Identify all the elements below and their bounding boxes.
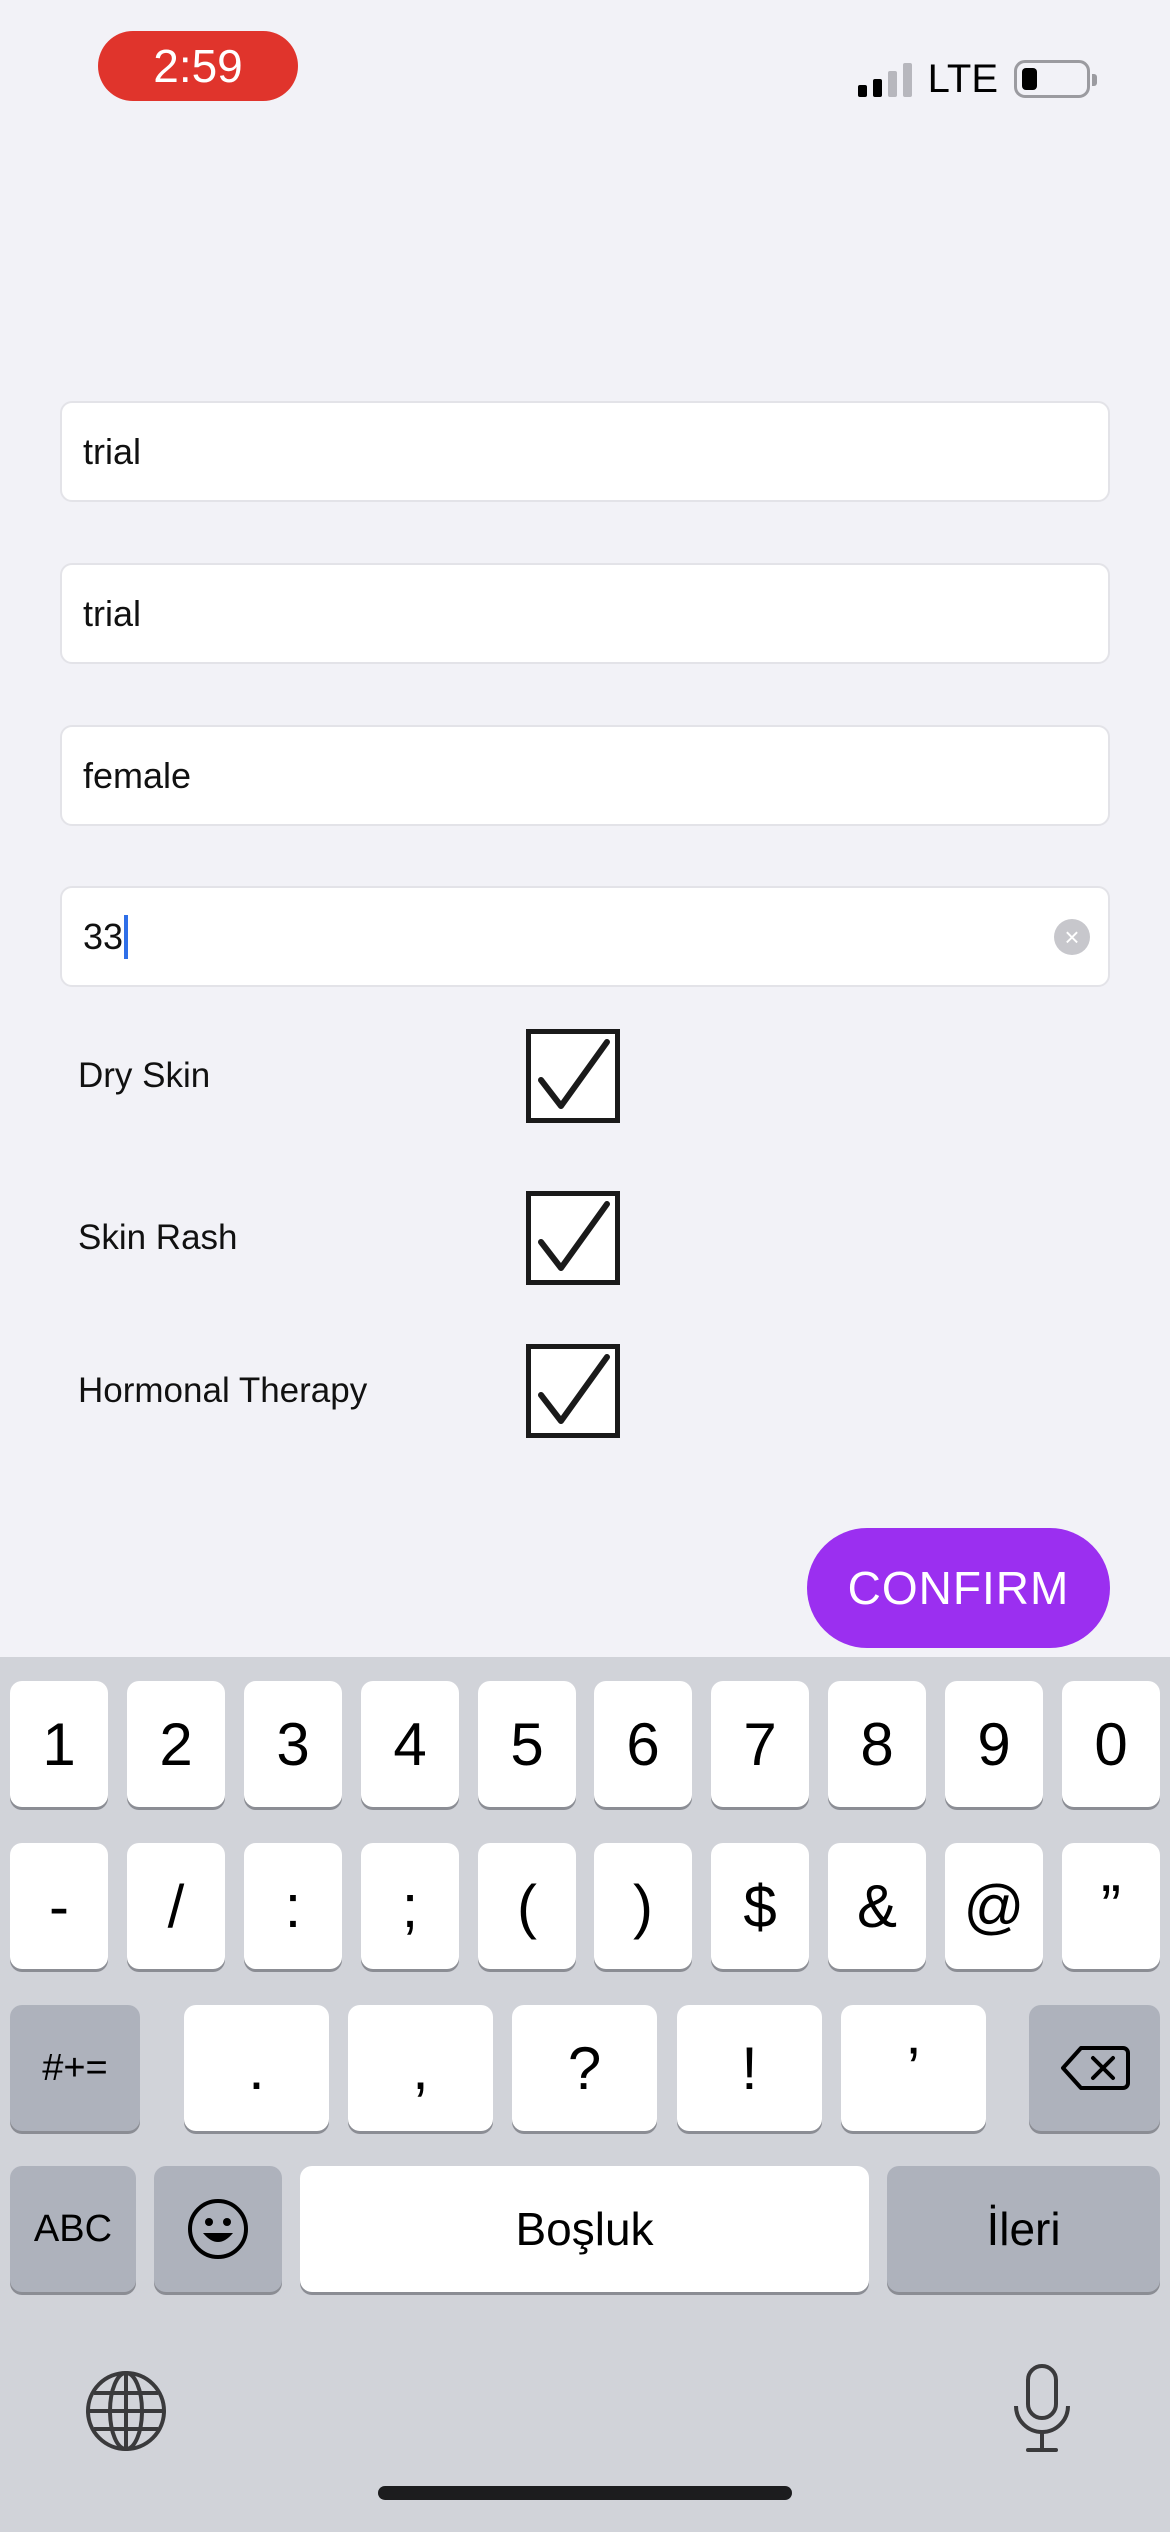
first-name-field[interactable]: trial	[60, 401, 1110, 502]
checkbox-label: Dry Skin	[78, 1056, 211, 1095]
field-value: trial	[83, 592, 142, 634]
key-4[interactable]: 4	[361, 1681, 459, 1807]
key-open-paren[interactable]: (	[478, 1843, 576, 1969]
gender-field[interactable]: female	[60, 725, 1110, 826]
checkmark-icon	[538, 1039, 610, 1109]
checkbox-row-dry-skin: Dry Skin	[78, 1029, 638, 1123]
hormonal-therapy-checkbox[interactable]	[526, 1344, 620, 1438]
checkmark-icon	[538, 1354, 610, 1424]
return-key[interactable]: İleri	[887, 2166, 1160, 2292]
dry-skin-checkbox[interactable]	[526, 1029, 620, 1123]
text-cursor	[124, 914, 129, 959]
emoji-icon	[188, 2199, 248, 2259]
battery-icon	[1014, 60, 1097, 98]
signal-icon	[857, 61, 912, 97]
key-1[interactable]: 1	[10, 1681, 108, 1807]
key-comma[interactable]: ,	[348, 2005, 493, 2131]
key-9[interactable]: 9	[945, 1681, 1043, 1807]
field-value: trial	[83, 430, 142, 472]
key-7[interactable]: 7	[711, 1681, 809, 1807]
skin-rash-checkbox[interactable]	[526, 1191, 620, 1285]
checkbox-row-hormonal-therapy: Hormonal Therapy	[78, 1344, 638, 1438]
status-time: 2:59	[98, 31, 298, 101]
last-name-field[interactable]: trial	[60, 563, 1110, 664]
key-6[interactable]: 6	[594, 1681, 692, 1807]
checkbox-row-skin-rash: Skin Rash	[78, 1191, 638, 1285]
key-dollar[interactable]: $	[711, 1843, 809, 1969]
key-slash[interactable]: /	[127, 1843, 225, 1969]
abc-key[interactable]: ABC	[10, 2166, 136, 2292]
key-ampersand[interactable]: &	[828, 1843, 926, 1969]
key-hyphen[interactable]: -	[10, 1843, 108, 1969]
backspace-icon	[1060, 2046, 1130, 2090]
checkbox-label: Skin Rash	[78, 1218, 238, 1257]
home-indicator[interactable]	[378, 2486, 792, 2500]
checkmark-icon	[538, 1201, 610, 1271]
key-apostrophe[interactable]: ’	[841, 2005, 986, 2131]
key-quote[interactable]: ”	[1062, 1843, 1160, 1969]
key-period[interactable]: .	[184, 2005, 329, 2131]
key-0[interactable]: 0	[1062, 1681, 1160, 1807]
microphone-icon[interactable]	[1010, 2362, 1074, 2456]
key-close-paren[interactable]: )	[594, 1843, 692, 1969]
key-exclamation[interactable]: !	[677, 2005, 822, 2131]
age-field[interactable]: 33 ×	[60, 886, 1110, 987]
key-5[interactable]: 5	[478, 1681, 576, 1807]
symbols-toggle-key[interactable]: #+=	[10, 2005, 140, 2131]
key-2[interactable]: 2	[127, 1681, 225, 1807]
key-semicolon[interactable]: ;	[361, 1843, 459, 1969]
key-at[interactable]: @	[945, 1843, 1043, 1969]
globe-icon[interactable]	[84, 2369, 168, 2453]
backspace-key[interactable]	[1029, 2005, 1160, 2131]
key-8[interactable]: 8	[828, 1681, 926, 1807]
key-3[interactable]: 3	[244, 1681, 342, 1807]
key-question[interactable]: ?	[512, 2005, 657, 2131]
key-colon[interactable]: :	[244, 1843, 342, 1969]
emoji-key[interactable]	[154, 2166, 282, 2292]
field-value: female	[83, 754, 192, 796]
status-indicators: LTE	[857, 52, 1097, 106]
network-type: LTE	[927, 56, 998, 101]
clear-text-icon[interactable]: ×	[1054, 918, 1090, 955]
field-value: 33	[83, 915, 124, 957]
confirm-button[interactable]: CONFIRM	[807, 1528, 1110, 1648]
checkbox-label: Hormonal Therapy	[78, 1371, 368, 1410]
space-key[interactable]: Boşluk	[300, 2166, 869, 2292]
keyboard: 1 2 3 4 5 6 7 8 9 0 - / : ; ( ) $ & @ ” …	[0, 1657, 1170, 2532]
